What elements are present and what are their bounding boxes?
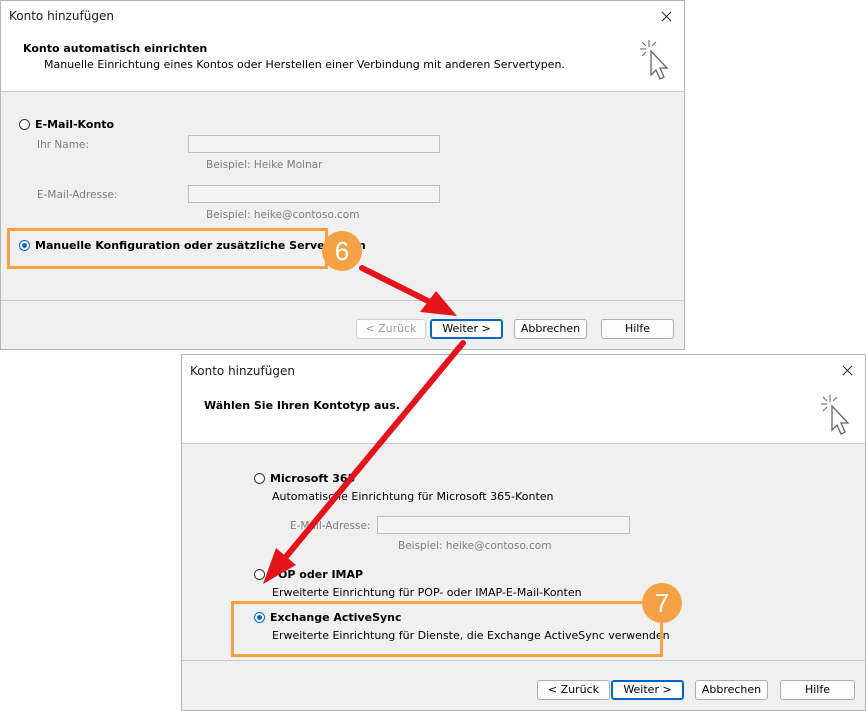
close-icon[interactable] [652,5,680,29]
dialog-account-setup-1: Konto hinzufügen Konto automatisch einri… [0,0,685,350]
option-pop-imap-desc: Erweiterte Einrichtung für POP- oder IMA… [272,586,582,599]
option-microsoft-365-desc: Automatische Einrichtung für Microsoft 3… [272,490,554,503]
title-bar: Konto hinzufügen [182,355,865,387]
name-hint: Beispiel: Heike Molnar [206,159,323,171]
step-badge-7: 7 [642,583,682,623]
cancel-button[interactable]: Abbrechen [514,319,587,339]
radio-microsoft-365[interactable] [254,473,265,484]
email-input[interactable] [188,185,440,203]
email-hint: Beispiel: heike@contoso.com [206,209,360,221]
wizard-cursor-icon [821,395,850,435]
back-button[interactable]: < Zurück [537,680,610,700]
header-title: Wählen Sie Ihren Kontotyp aus. [204,399,400,412]
close-icon[interactable] [833,359,861,383]
email-label: E-Mail-Adresse: [290,520,371,532]
wizard-cursor-icon [640,40,669,80]
header-title: Konto automatisch einrichten [23,42,208,55]
name-input[interactable] [188,135,440,153]
wizard-header: Konto automatisch einrichten Manuelle Ei… [1,33,684,92]
window-title: Konto hinzufügen [190,364,295,378]
email-label: E-Mail-Adresse: [37,189,118,201]
email-hint: Beispiel: heike@contoso.com [398,540,552,552]
title-bar: Konto hinzufügen [1,1,684,33]
next-button[interactable]: Weiter > [611,680,684,700]
back-button[interactable]: < Zurück [356,319,426,339]
next-button[interactable]: Weiter > [430,319,503,339]
dialog-account-setup-2: Konto hinzufügen Wählen Sie Ihren Kontot… [181,354,866,711]
option-pop-imap-label[interactable]: POP oder IMAP [270,568,363,581]
cancel-button[interactable]: Abbrechen [695,680,768,700]
option-email-account-label[interactable]: E-Mail-Konto [35,118,114,131]
radio-email-account[interactable] [19,119,30,130]
email-input[interactable] [377,516,630,534]
help-button[interactable]: Hilfe [780,680,855,700]
footer-divider [1,300,684,301]
help-button[interactable]: Hilfe [601,319,674,339]
step-badge-6: 6 [322,231,362,271]
footer-divider [182,660,865,661]
name-label: Ihr Name: [37,139,89,151]
radio-pop-imap[interactable] [254,569,265,580]
window-title: Konto hinzufügen [9,9,114,23]
wizard-header: Wählen Sie Ihren Kontotyp aus. [182,387,865,444]
option-microsoft-365-label[interactable]: Microsoft 365 [270,472,355,485]
highlight-box-step-6 [7,228,328,269]
header-subtitle: Manuelle Einrichtung eines Kontos oder H… [44,58,565,71]
highlight-box-step-7 [231,601,663,657]
